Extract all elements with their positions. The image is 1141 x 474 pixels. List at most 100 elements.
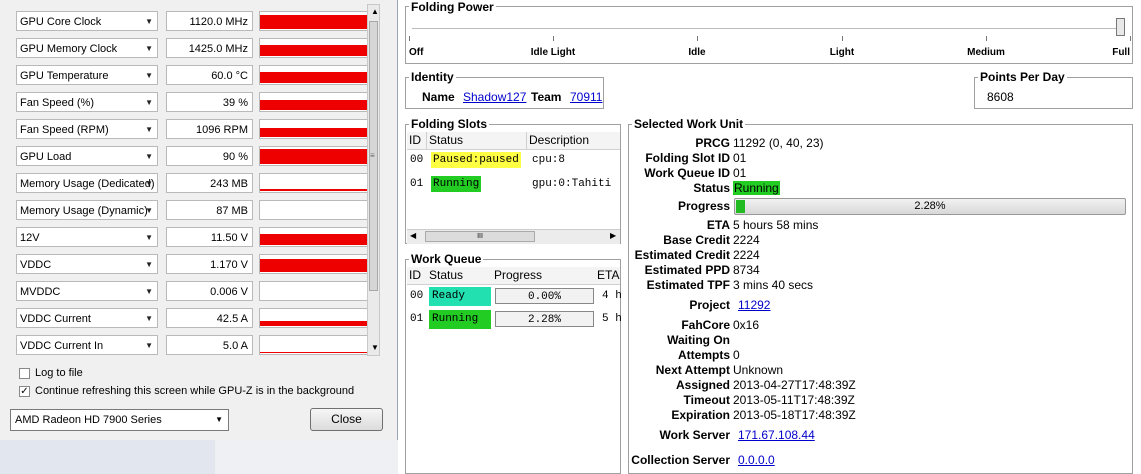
estimated-ppd-label: Estimated PPD (644, 263, 730, 277)
slots-header-status[interactable]: Status (429, 131, 463, 149)
slot-row[interactable]: 01 Running gpu:0:Tahiti (407, 176, 620, 196)
estimated-tpf-label: Estimated TPF (646, 278, 730, 292)
log-to-file-checkbox[interactable] (19, 368, 30, 379)
team-link[interactable]: 70911 (570, 90, 602, 104)
sensor-row: Memory Usage (Dedicated) ▼ 243 MB (16, 173, 376, 195)
close-button[interactable]: Close (310, 408, 383, 431)
power-slider-thumb[interactable] (1116, 18, 1125, 36)
power-tick-label: Full (1112, 47, 1130, 58)
identity-title: Identity (409, 70, 456, 84)
power-slider-track[interactable] (412, 28, 1124, 29)
chevron-down-icon: ▼ (145, 260, 153, 269)
sensor-name-label: MVDDC (20, 286, 61, 298)
sensor-graph-fill (260, 100, 375, 110)
power-tick-label: Off (409, 47, 424, 58)
ppd-value: 8608 (987, 90, 1014, 104)
sensor-scrollbar[interactable]: ▲ ≡ ▼ (367, 4, 380, 356)
sensor-name-select[interactable]: 12V ▼ (16, 227, 158, 247)
sensor-graph (259, 11, 376, 31)
scroll-up-icon[interactable]: ▲ (371, 7, 379, 16)
scroll-down-icon[interactable]: ▼ (371, 343, 379, 352)
chevron-down-icon: ▼ (145, 233, 153, 242)
slots-hscroll-thumb[interactable]: III (425, 231, 535, 242)
slot-row[interactable]: 00 Paused:paused cpu:8 (407, 152, 620, 172)
project-link[interactable]: 11292 (738, 298, 770, 312)
gpu-select[interactable]: AMD Radeon HD 7900 Series ▼ (10, 409, 229, 431)
assigned-value: 2013-04-27T17:48:39Z (733, 378, 856, 392)
sensor-name-select[interactable]: MVDDC ▼ (16, 281, 158, 301)
queue-header-eta[interactable]: ETA (597, 266, 619, 284)
fahcore-value: 0x16 (733, 318, 760, 332)
chevron-down-icon: ▼ (145, 179, 153, 188)
sensor-name-select[interactable]: Fan Speed (RPM) ▼ (16, 119, 158, 139)
sensor-name-select[interactable]: GPU Memory Clock ▼ (16, 38, 158, 58)
sensor-name-label: Fan Speed (RPM) (20, 124, 109, 136)
grip-icon: ≡ (370, 151, 375, 160)
sensor-value: 1425.0 MHz (166, 38, 253, 58)
sensor-graph (259, 281, 376, 301)
sensor-row: GPU Memory Clock ▼ 1425.0 MHz (16, 38, 376, 60)
work-queue-title: Work Queue (409, 252, 484, 266)
unit-progress-bar: 2.28% (734, 198, 1126, 215)
sensor-name-select[interactable]: Memory Usage (Dedicated) ▼ (16, 173, 158, 193)
sensor-value: 60.0 °C (166, 65, 253, 85)
sensor-graph (259, 65, 376, 85)
sensor-name-label: VDDC Current (20, 313, 91, 325)
sensor-row: VDDC Current ▼ 42.5 A (16, 308, 376, 330)
sensor-name-label: Memory Usage (Dynamic) (20, 205, 148, 217)
selected-unit-title: Selected Work Unit (632, 117, 746, 131)
slots-col-divider (526, 132, 527, 149)
sensor-name-select[interactable]: GPU Core Clock ▼ (16, 11, 158, 31)
slots-header-description[interactable]: Description (529, 131, 589, 149)
power-tick-mark (697, 36, 698, 41)
slots-hscrollbar[interactable]: ◀ III ▶ (407, 229, 620, 244)
slot-description: cpu:8 (532, 154, 566, 166)
next-attempt-label: Next Attempt (655, 363, 730, 377)
sensor-name-select[interactable]: VDDC Current In ▼ (16, 335, 158, 355)
queue-status: Ready (429, 287, 491, 306)
slot-description: gpu:0:Tahiti (532, 178, 612, 190)
estimated-credit-label: Estimated Credit (634, 248, 730, 262)
continue-refresh-checkbox[interactable]: ✓ (19, 386, 30, 397)
queue-header-status[interactable]: Status (429, 266, 463, 284)
sensor-row: GPU Load ▼ 90 % (16, 146, 376, 168)
sensor-name-select[interactable]: GPU Load ▼ (16, 146, 158, 166)
sensor-value: 87 MB (166, 200, 253, 220)
chevron-down-icon: ▼ (145, 125, 153, 134)
sensor-row: GPU Temperature ▼ 60.0 °C (16, 65, 376, 87)
queue-header-progress[interactable]: Progress (494, 266, 542, 284)
continue-refresh-label: Continue refreshing this screen while GP… (35, 385, 355, 397)
chevron-down-icon: ▼ (145, 152, 153, 161)
sensor-value: 42.5 A (166, 308, 253, 328)
sensor-name-select[interactable]: Fan Speed (%) ▼ (16, 92, 158, 112)
slots-col-divider (426, 132, 427, 149)
next-attempt-value: Unknown (733, 363, 784, 377)
collection-server-link[interactable]: 0.0.0.0 (738, 453, 775, 467)
name-link[interactable]: Shadow127 (463, 90, 526, 104)
queue-row[interactable]: 00 Ready 0.00% 4 h (407, 287, 622, 307)
expiration-label: Expiration (671, 408, 730, 422)
folding-slot-id-label: Folding Slot ID (645, 151, 730, 165)
attempts-value: 0 (733, 348, 740, 362)
sensor-value: 90 % (166, 146, 253, 166)
ppd-title: Points Per Day (978, 70, 1067, 84)
sensor-graph-fill (260, 128, 375, 137)
slots-header-id[interactable]: ID (409, 131, 421, 149)
sensor-name-select[interactable]: Memory Usage (Dynamic) ▼ (16, 200, 158, 220)
base-credit-label: Base Credit (663, 233, 730, 247)
sensor-graph-fill (260, 352, 375, 353)
chevron-down-icon: ▼ (145, 206, 153, 215)
scroll-left-icon[interactable]: ◀ (410, 231, 416, 240)
scroll-right-icon[interactable]: ▶ (610, 231, 616, 240)
sensor-name-label: VDDC (20, 259, 52, 271)
queue-row[interactable]: 01 Running 2.28% 5 h (407, 310, 622, 330)
eta-label: ETA (706, 218, 730, 232)
power-tick-mark (1130, 36, 1131, 41)
sensor-name-select[interactable]: VDDC Current ▼ (16, 308, 158, 328)
base-credit-value: 2224 (733, 233, 760, 247)
work-server-link[interactable]: 171.67.108.44 (738, 428, 815, 442)
sensor-name-select[interactable]: VDDC ▼ (16, 254, 158, 274)
sensor-row: VDDC Current In ▼ 5.0 A (16, 335, 376, 357)
queue-header-id[interactable]: ID (409, 266, 421, 284)
sensor-name-select[interactable]: GPU Temperature ▼ (16, 65, 158, 85)
